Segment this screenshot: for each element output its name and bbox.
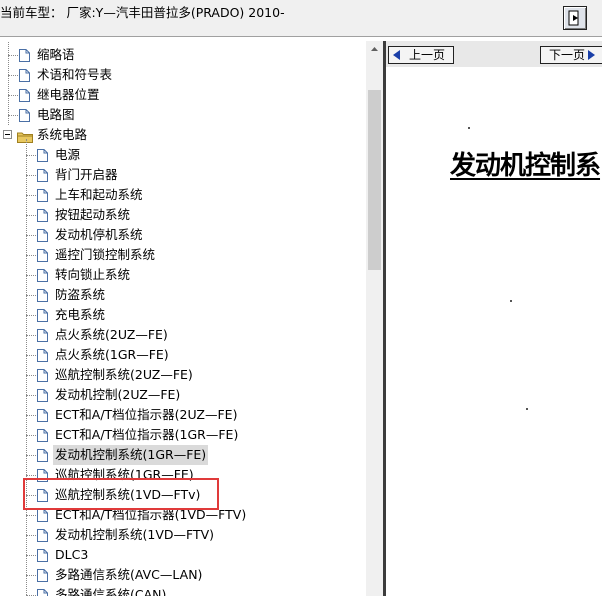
- tree-item-label: 发动机控制(2UZ—FE): [55, 387, 181, 402]
- document-icon: [19, 68, 30, 82]
- tree-item[interactable]: 转向锁止系统: [0, 265, 360, 285]
- tree-item[interactable]: 缩略语: [0, 45, 360, 65]
- tree-item-label: 发动机控制系统(1VD—FTV): [55, 527, 215, 542]
- document-icon: [37, 548, 48, 562]
- tree-panel: 缩略语术语和符号表 继电器位置电路图系统电路电源背门开启器上车和起动系统 按钮起动系…: [0, 41, 383, 596]
- tree-item[interactable]: 发动机停机系统: [0, 225, 360, 245]
- tree-item-label: 术语和符号表: [37, 67, 113, 82]
- tree-item-label: 缩略语: [37, 47, 75, 62]
- tree-item[interactable]: 发动机控制(2UZ—FE): [0, 385, 360, 405]
- tree-item-label: 按钮起动系统: [55, 207, 131, 222]
- document-icon: [37, 208, 48, 222]
- tree-folder-system-circuits[interactable]: 系统电路: [0, 125, 360, 145]
- document-icon: [37, 568, 48, 582]
- doc-nav-bar: 上一页 下一页: [386, 41, 602, 67]
- tree-item-label: 上车和起动系统: [55, 187, 143, 202]
- right-arrow-icon: [588, 50, 595, 60]
- tree-item-label: 点火系统(2UZ—FE): [55, 327, 168, 342]
- tree-item-label: 充电系统: [55, 307, 106, 322]
- folder-open-icon: [17, 129, 33, 143]
- tree-item-label: 多路通信系统(AVC—LAN): [55, 567, 203, 582]
- tree-item[interactable]: 点火系统(1GR—FE): [0, 345, 360, 365]
- tree-item[interactable]: 遥控门锁控制系统: [0, 245, 360, 265]
- tree-item[interactable]: 点火系统(2UZ—FE): [0, 325, 360, 345]
- document-icon: [37, 268, 48, 282]
- exit-button[interactable]: [563, 6, 587, 30]
- tree-item[interactable]: ECT和A/T档位指示器(2UZ—FE): [0, 405, 360, 425]
- document-icon: [37, 348, 48, 362]
- scroll-thumb[interactable]: [368, 90, 381, 270]
- document-icon: [37, 388, 48, 402]
- document-icon: [37, 588, 48, 596]
- prev-page-button[interactable]: 上一页: [388, 46, 454, 64]
- document-icon: [37, 248, 48, 262]
- tree-item-label: 电路图: [37, 107, 75, 122]
- document-icon: [19, 108, 30, 122]
- scan-speck: [510, 300, 512, 302]
- tree-item-label: 继电器位置: [37, 87, 100, 102]
- scroll-up-button[interactable]: [366, 41, 383, 58]
- tree-item-label: 巡航控制系统(2UZ—FE): [55, 367, 193, 382]
- window-title: 当前车型： 厂家:Y—汽丰田普拉多(PRADO) 2010-: [0, 5, 285, 20]
- document-title: 发动机控制系: [450, 151, 601, 181]
- tree-item-label: ECT和A/T档位指示器(2UZ—FE): [55, 407, 238, 422]
- tree-folder-label: 系统电路: [37, 127, 88, 142]
- tree-item-label: 点火系统(1GR—FE): [55, 347, 169, 362]
- tree-item[interactable]: ECT和A/T档位指示器(1GR—FE): [0, 425, 360, 445]
- tree-item-label: 多路通信系统(CAN): [55, 587, 167, 596]
- tree-item[interactable]: 充电系统: [0, 305, 360, 325]
- collapse-toggle-icon[interactable]: [3, 130, 12, 139]
- next-page-button[interactable]: 下一页: [540, 46, 602, 64]
- tree-item[interactable]: 防盗系统: [0, 285, 360, 305]
- document-icon: [37, 428, 48, 442]
- tree-item-label: 防盗系统: [55, 287, 106, 302]
- document-pane: 上一页 下一页 发动机控制系: [386, 41, 602, 596]
- title-bar: 当前车型： 厂家:Y—汽丰田普拉多(PRADO) 2010-: [0, 0, 602, 37]
- tree-scrollbar[interactable]: [366, 41, 383, 596]
- tree-item-label: 转向锁止系统: [55, 267, 131, 282]
- scan-speck: [468, 127, 470, 129]
- prev-page-label: 上一页: [409, 48, 446, 62]
- document-icon: [37, 168, 48, 182]
- document-icon: [37, 308, 48, 322]
- tree-item-label: 电源: [55, 147, 81, 162]
- tree-item[interactable]: 上车和起动系统: [0, 185, 360, 205]
- scroll-up-icon: [371, 47, 378, 51]
- document-icon: [37, 408, 48, 422]
- tree-item[interactable]: 巡航控制系统(2UZ—FE): [0, 365, 360, 385]
- tree-item[interactable]: 按钮起动系统: [0, 205, 360, 225]
- document-icon: [19, 48, 30, 62]
- document-icon: [37, 288, 48, 302]
- document-icon: [37, 528, 48, 542]
- tree-item[interactable]: 电源: [0, 145, 360, 165]
- document-icon: [37, 228, 48, 242]
- tree-item[interactable]: 电路图: [0, 105, 360, 125]
- document-icon: [37, 328, 48, 342]
- tree-item-label: DLC3: [55, 547, 89, 562]
- tree-item-label: 遥控门锁控制系统: [55, 247, 156, 262]
- tree-item[interactable]: 多路通信系统(CAN): [0, 585, 360, 596]
- tree-item-label: ECT和A/T档位指示器(1GR—FE): [55, 427, 239, 442]
- tree-item[interactable]: 背门开启器: [0, 165, 360, 185]
- document-icon: [37, 448, 48, 462]
- tree-item[interactable]: 多路通信系统(AVC—LAN): [0, 565, 360, 585]
- left-arrow-icon: [393, 50, 400, 60]
- tree-item-label: 发动机控制系统(1GR—FE): [53, 445, 209, 465]
- tree-item-label: 背门开启器: [55, 167, 118, 182]
- document-icon: [37, 188, 48, 202]
- tree-item-selected[interactable]: 发动机控制系统(1GR—FE): [0, 445, 360, 465]
- tree-item[interactable]: 发动机控制系统(1VD—FTV): [0, 525, 360, 545]
- next-page-label: 下一页: [549, 48, 586, 62]
- document-icon: [37, 368, 48, 382]
- scan-speck: [526, 408, 528, 410]
- selection-highlight-box: [23, 478, 219, 510]
- tree-item-label: 发动机停机系统: [55, 227, 143, 242]
- document-icon: [37, 148, 48, 162]
- tree-item[interactable]: 术语和符号表: [0, 65, 360, 85]
- tree-item[interactable]: 继电器位置: [0, 85, 360, 105]
- document-icon: [19, 88, 30, 102]
- exit-icon: [568, 10, 579, 26]
- tree-item[interactable]: DLC3: [0, 545, 360, 565]
